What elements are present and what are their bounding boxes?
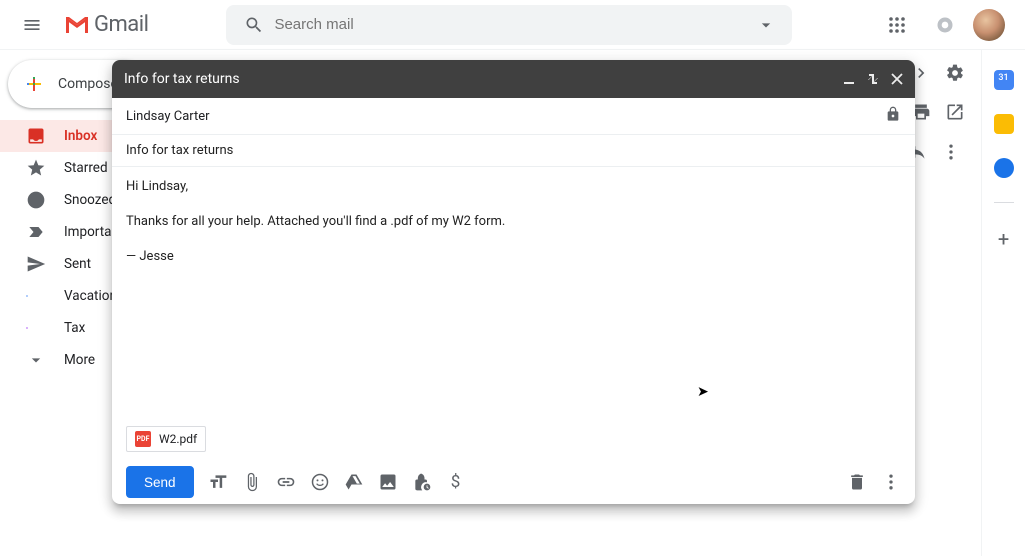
bell-icon: [935, 15, 955, 35]
gmail-logo[interactable]: Gmail: [56, 12, 156, 37]
sent-icon: [26, 254, 46, 274]
gear-icon: [945, 63, 965, 83]
chevron-down-icon: [26, 350, 46, 370]
clock-icon: [26, 190, 46, 210]
nav-label: Sent: [64, 256, 91, 272]
more-vert-icon: [881, 472, 901, 492]
account-avatar[interactable]: [973, 9, 1005, 41]
confidential-mode-icon[interactable]: [885, 106, 901, 126]
attachment-chip[interactable]: PDF W2.pdf: [126, 426, 206, 452]
lock-clock-icon: [412, 472, 432, 492]
body-main: Thanks for all your help. Attached you'l…: [126, 212, 901, 233]
apps-button[interactable]: [877, 5, 917, 45]
minimize-icon: [843, 73, 855, 85]
panel-divider: [994, 202, 1014, 203]
minimize-button[interactable]: [843, 73, 855, 85]
label-icon: [26, 318, 46, 338]
compose-footer: Send $: [112, 460, 915, 504]
fullscreen-button[interactable]: [867, 73, 879, 85]
body-greeting: Hi Lindsay,: [126, 177, 901, 198]
subject-text: Info for tax returns: [126, 143, 233, 158]
calendar-addon[interactable]: [994, 70, 1014, 90]
attachment-name: W2.pdf: [159, 432, 197, 446]
nav-label: Tax: [64, 320, 85, 336]
attach-button[interactable]: [242, 472, 262, 492]
keep-addon[interactable]: [994, 114, 1014, 134]
hamburger-icon: [22, 15, 42, 35]
search-input[interactable]: [274, 16, 746, 33]
nav-label: Starred: [64, 160, 108, 176]
pdf-icon: PDF: [135, 431, 151, 447]
logo-text: Gmail: [94, 12, 148, 37]
tasks-addon[interactable]: [994, 158, 1014, 178]
side-panel: +: [981, 50, 1025, 556]
important-icon: [26, 222, 46, 242]
link-icon: [276, 472, 296, 492]
expand-icon: [867, 73, 879, 85]
search-options-icon[interactable]: [756, 15, 776, 35]
close-icon: [891, 73, 903, 85]
send-button[interactable]: Send: [126, 466, 194, 498]
more-vert-icon: [941, 142, 961, 162]
more-button[interactable]: [941, 142, 961, 162]
recipient-chip[interactable]: Lindsay Carter: [126, 109, 210, 124]
link-button[interactable]: [276, 472, 296, 492]
emoji-button[interactable]: [310, 472, 330, 492]
open-new-button[interactable]: [945, 102, 965, 122]
confidential-button[interactable]: [412, 472, 432, 492]
close-button[interactable]: [891, 73, 903, 85]
main-menu-button[interactable]: [8, 1, 56, 49]
text-format-icon: [208, 472, 228, 492]
attach-icon: [242, 472, 262, 492]
notifications-button[interactable]: [925, 5, 965, 45]
compose-body[interactable]: Hi Lindsay, Thanks for all your help. At…: [112, 167, 915, 426]
nav-label: Inbox: [64, 128, 97, 144]
formatting-button[interactable]: [208, 472, 228, 492]
inbox-icon: [26, 126, 46, 146]
apps-grid-icon: [888, 16, 906, 34]
star-icon: [26, 158, 46, 178]
subject-row[interactable]: Info for tax returns: [112, 135, 915, 167]
gmail-m-icon: [64, 15, 90, 35]
image-button[interactable]: [378, 472, 398, 492]
body-signoff: — Jesse: [126, 247, 901, 268]
nav-label: Snoozed: [64, 192, 116, 208]
dollar-icon: $: [451, 472, 461, 492]
compose-title: Info for tax returns: [124, 71, 240, 87]
app-header: Gmail: [0, 0, 1025, 50]
nav-label: More: [64, 352, 95, 368]
drive-icon: [344, 472, 364, 492]
emoji-icon: [310, 472, 330, 492]
compose-header[interactable]: Info for tax returns: [112, 60, 915, 98]
trash-icon: [847, 472, 867, 492]
image-icon: [378, 472, 398, 492]
recipients-row[interactable]: Lindsay Carter: [112, 98, 915, 135]
compose-window: Info for tax returns Lindsay Carter Info…: [112, 60, 915, 504]
more-options-button[interactable]: [881, 472, 901, 492]
get-addons-button[interactable]: +: [998, 227, 1009, 251]
plus-icon: [22, 72, 46, 96]
search-icon: [244, 15, 264, 35]
open-in-new-icon: [945, 102, 965, 122]
label-icon: [26, 286, 46, 306]
settings-button[interactable]: [945, 63, 965, 83]
discard-button[interactable]: [847, 472, 867, 492]
search-bar[interactable]: [226, 5, 792, 45]
money-button[interactable]: $: [446, 472, 466, 492]
drive-button[interactable]: [344, 472, 364, 492]
compose-label: Compose: [58, 76, 118, 92]
nav-label: Vacation: [64, 288, 117, 304]
